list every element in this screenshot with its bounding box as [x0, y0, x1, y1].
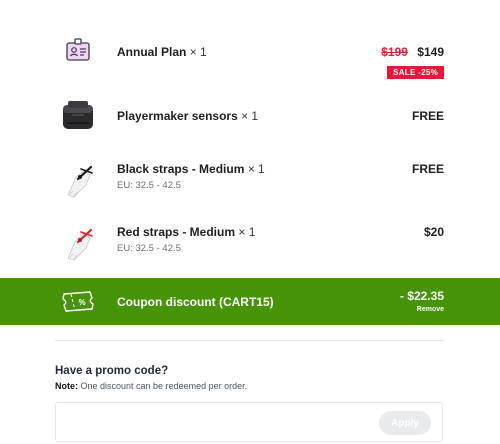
item-size-subtitle: EU: 32.5 - 42.5 [117, 243, 181, 254]
promo-code-note: Note: One discount can be redeemed per o… [55, 381, 247, 391]
item-price: FREE [411, 162, 444, 176]
item-price: $199 $149 [381, 45, 444, 59]
sale-price: $149 [417, 45, 444, 59]
promo-code-form: Apply [55, 402, 443, 442]
red-strap-boot-icon [55, 219, 101, 265]
remove-coupon-link[interactable]: Remove [417, 306, 444, 313]
cart-item-red-straps: Red straps - Medium × 1 EU: 32.5 - 42.5 … [0, 213, 500, 273]
coupon-amount: - $22.35 [399, 289, 444, 303]
svg-text:%: % [78, 298, 85, 307]
item-quantity: × 1 [247, 162, 265, 176]
coupon-label: Coupon discount (CART15) [117, 295, 274, 309]
section-divider [55, 340, 444, 341]
coupon-ticket-icon: % [61, 290, 95, 317]
promo-note-text: One discount can be redeemed per order. [78, 381, 248, 391]
item-name: Red straps - Medium × 1 [117, 225, 255, 239]
apply-button[interactable]: Apply [379, 411, 431, 435]
item-quantity: × 1 [189, 45, 207, 59]
item-name: Annual Plan × 1 [117, 45, 207, 59]
promo-code-title: Have a promo code? [55, 365, 169, 377]
item-price: $20 [423, 225, 444, 239]
item-name-text: Black straps - Medium [117, 162, 245, 176]
item-quantity: × 1 [238, 225, 256, 239]
promo-code-input[interactable] [62, 412, 366, 434]
cart-item-black-straps: Black straps - Medium × 1 EU: 32.5 - 42.… [0, 150, 500, 210]
sensor-device-icon [55, 92, 101, 138]
item-name-text: Playermaker sensors [117, 109, 238, 123]
black-strap-boot-icon [55, 156, 101, 202]
coupon-discount-bar: % Coupon discount (CART15) - $22.35 Remo… [0, 278, 500, 325]
item-name-text: Red straps - Medium [117, 225, 236, 239]
sale-badge: SALE -25% [387, 66, 444, 79]
id-badge-icon [55, 28, 101, 74]
item-name-text: Annual Plan [117, 45, 187, 59]
item-price: FREE [411, 109, 444, 123]
item-name: Playermaker sensors × 1 [117, 109, 258, 123]
promo-note-label: Note: [55, 381, 78, 391]
cart-item-annual-plan: Annual Plan × 1 $199 $149 SALE -25% [0, 22, 500, 82]
item-size-subtitle: EU: 32.5 - 42.5 [117, 180, 181, 191]
cart-item-sensors: Playermaker sensors × 1 FREE [0, 86, 500, 146]
item-name: Black straps - Medium × 1 [117, 162, 265, 176]
item-quantity: × 1 [241, 109, 259, 123]
original-price: $199 [381, 45, 408, 59]
